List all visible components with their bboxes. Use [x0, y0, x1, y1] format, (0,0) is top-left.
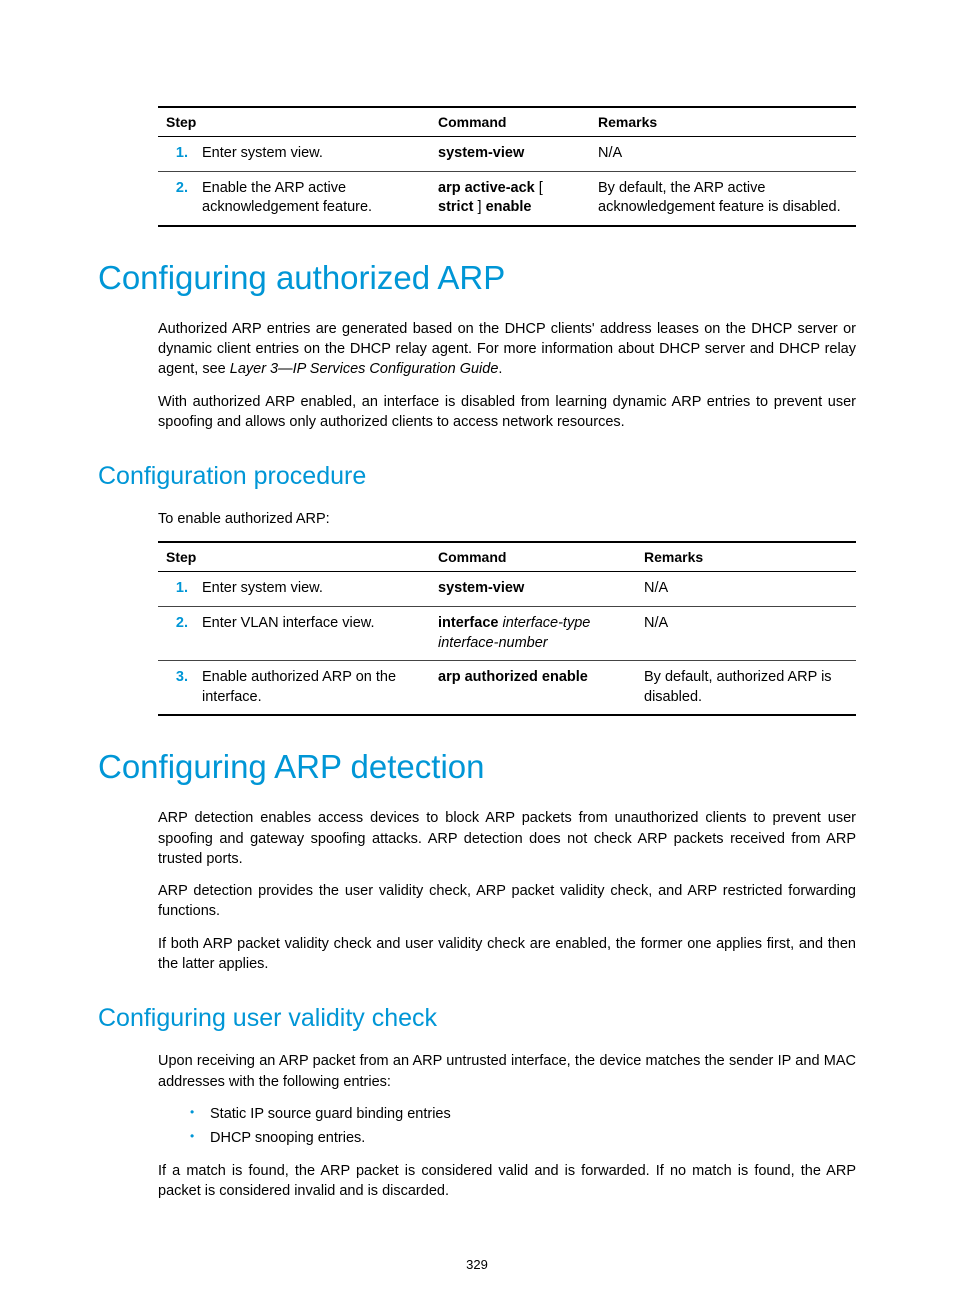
table-row: 1. Enter system view. system-view N/A: [158, 137, 856, 172]
step-cmd: system-view: [430, 572, 636, 607]
step-desc: Enter VLAN interface view.: [194, 607, 430, 661]
paragraph: Authorized ARP entries are generated bas…: [158, 319, 856, 380]
paragraph: If both ARP packet validity check and us…: [158, 934, 856, 975]
step-remarks: By default, authorized ARP is disabled.: [636, 661, 856, 716]
h1-arp-detection: Configuring ARP detection: [98, 748, 856, 786]
step-cmd: arp authorized enable: [430, 661, 636, 716]
step-desc: Enter system view.: [194, 137, 430, 172]
step-desc: Enable authorized ARP on the interface.: [194, 661, 430, 716]
col-command: Command: [430, 542, 636, 572]
step-remarks: N/A: [636, 607, 856, 661]
table-row: 1. Enter system view. system-view N/A: [158, 572, 856, 607]
h1-authorized-arp: Configuring authorized ARP: [98, 259, 856, 297]
col-command: Command: [430, 107, 590, 137]
step-remarks: N/A: [636, 572, 856, 607]
step-number: 2.: [158, 607, 194, 661]
step-number: 1.: [158, 572, 194, 607]
h2-user-validity: Configuring user validity check: [98, 1004, 856, 1033]
step-cmd: system-view: [430, 137, 590, 172]
col-step: Step: [158, 107, 430, 137]
h2-config-procedure: Configuration procedure: [98, 462, 856, 491]
step-number: 1.: [158, 137, 194, 172]
list-item: Static IP source guard binding entries: [190, 1104, 856, 1124]
page-number: 329: [0, 1257, 954, 1272]
col-step: Step: [158, 542, 430, 572]
step-cmd: interface interface-type interface-numbe…: [430, 607, 636, 661]
list-item: DHCP snooping entries.: [190, 1128, 856, 1148]
step-number: 2.: [158, 171, 194, 226]
step-remarks: By default, the ARP active acknowledgeme…: [590, 171, 856, 226]
paragraph: ARP detection enables access devices to …: [158, 808, 856, 869]
paragraph: If a match is found, the ARP packet is c…: [158, 1161, 856, 1202]
step-cmd: arp active-ack [ strict ] enable: [430, 171, 590, 226]
arp-active-ack-table: Step Command Remarks 1. Enter system vie…: [158, 106, 856, 227]
authorized-arp-table: Step Command Remarks 1. Enter system vie…: [158, 541, 856, 716]
col-remarks: Remarks: [590, 107, 856, 137]
paragraph: To enable authorized ARP:: [158, 509, 856, 529]
step-remarks: N/A: [590, 137, 856, 172]
table-row: 3. Enable authorized ARP on the interfac…: [158, 661, 856, 716]
paragraph: ARP detection provides the user validity…: [158, 881, 856, 922]
paragraph: Upon receiving an ARP packet from an ARP…: [158, 1051, 856, 1092]
step-desc: Enable the ARP active acknowledgement fe…: [194, 171, 430, 226]
col-remarks: Remarks: [636, 542, 856, 572]
step-desc: Enter system view.: [194, 572, 430, 607]
bullet-list: Static IP source guard binding entries D…: [158, 1104, 856, 1149]
step-number: 3.: [158, 661, 194, 716]
table-row: 2. Enter VLAN interface view. interface …: [158, 607, 856, 661]
paragraph: With authorized ARP enabled, an interfac…: [158, 392, 856, 433]
table-row: 2. Enable the ARP active acknowledgement…: [158, 171, 856, 226]
